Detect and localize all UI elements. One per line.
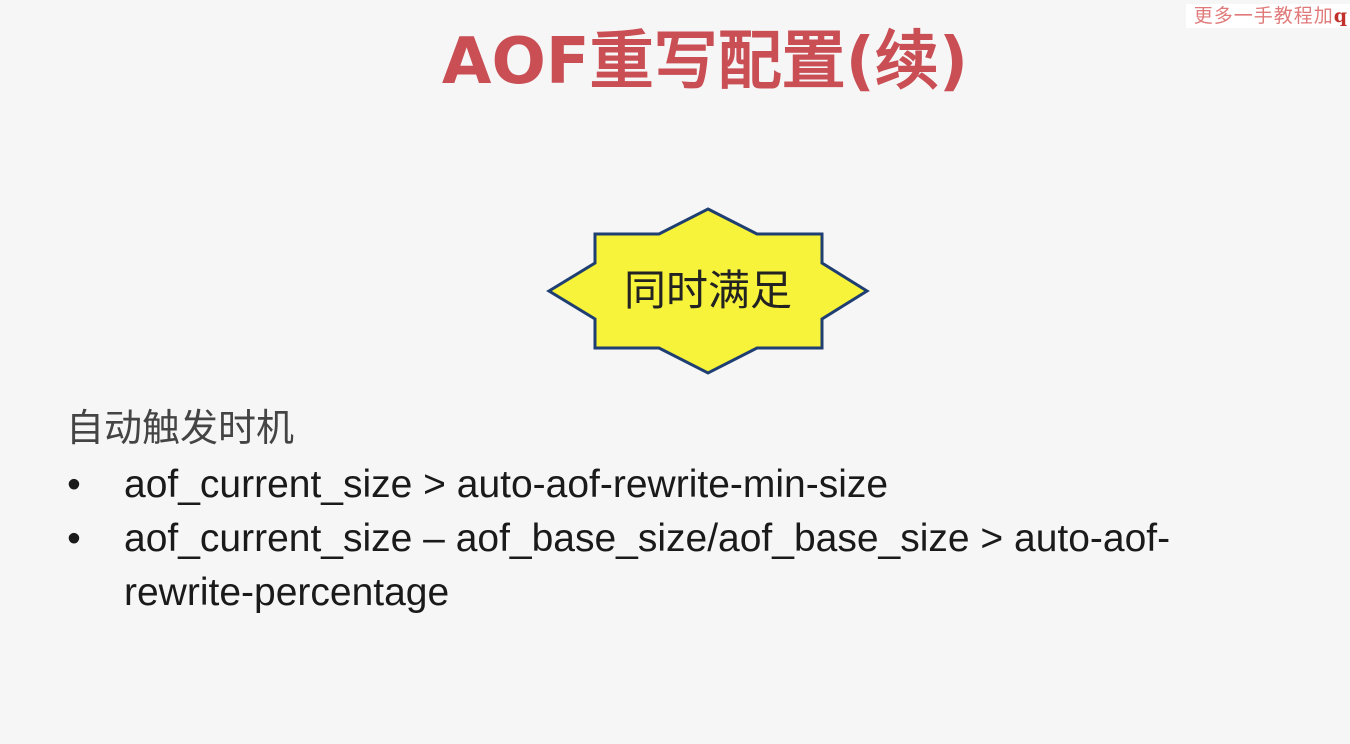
- bullet-text: aof_current_size – aof_base_size/aof_bas…: [124, 517, 1171, 614]
- slide-title: AOF重写配置(续): [441, 25, 969, 99]
- slide: 更多一手教程加q AOF重写配置(续) 同时满足 自动触发时机 • aof_cu…: [0, 0, 1350, 744]
- starburst-callout: 同时满足: [545, 206, 871, 376]
- starburst-label: 同时满足: [623, 266, 792, 315]
- bullet-text: aof_current_size > auto-aof-rewrite-min-…: [124, 463, 889, 506]
- subheading: 自动触发时机: [66, 406, 295, 450]
- bullet-list: • aof_current_size > auto-aof-rewrite-mi…: [60, 458, 1310, 620]
- bullet-marker: •: [67, 463, 81, 506]
- bullet-marker: •: [67, 517, 81, 560]
- list-item: • aof_current_size > auto-aof-rewrite-mi…: [60, 458, 1274, 512]
- list-item: • aof_current_size – aof_base_size/aof_b…: [60, 512, 1274, 620]
